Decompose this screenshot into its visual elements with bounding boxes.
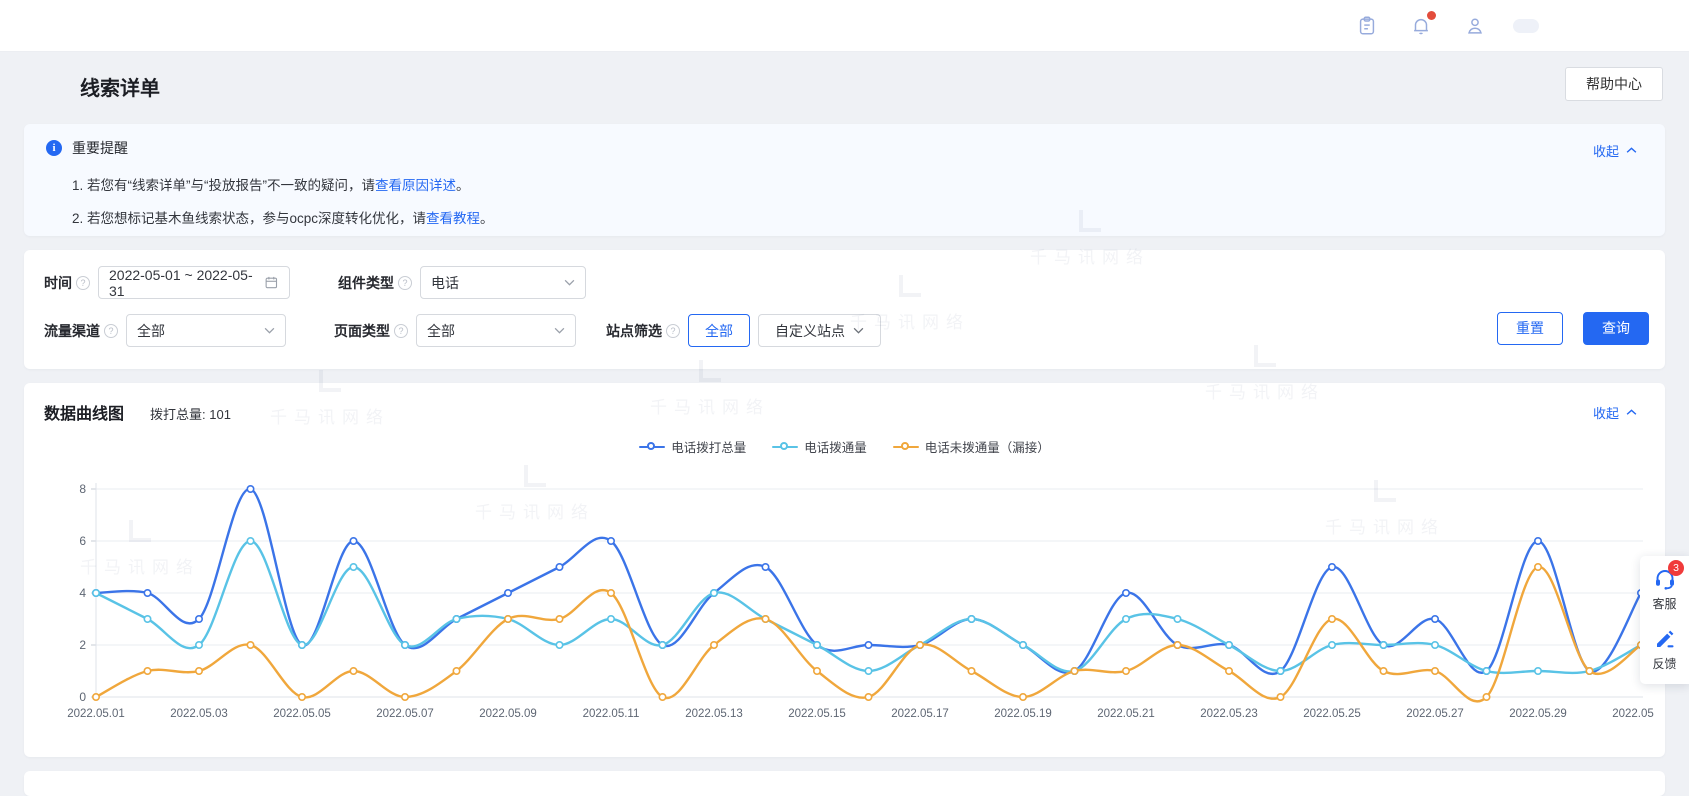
chart-card: 数据曲线图 拨打总量: 101 收起 电话拨打总量 电话拨通量 电话未拨通量（漏接）… xyxy=(24,383,1665,757)
channel-help-icon[interactable]: ? xyxy=(104,324,118,338)
chevron-down-icon xyxy=(264,327,275,334)
legend-label: 电话拨打总量 xyxy=(671,437,746,456)
floating-action-panel: 3 客服 反馈 xyxy=(1640,556,1689,684)
svg-text:2022.05.25: 2022.05.25 xyxy=(1303,708,1361,720)
svg-text:2022.05.23: 2022.05.23 xyxy=(1200,708,1258,720)
view-reason-link[interactable]: 查看原因详述 xyxy=(375,178,456,193)
svg-text:2022.05.19: 2022.05.19 xyxy=(994,708,1052,720)
site-filter-label: 站点筛选 xyxy=(606,321,662,341)
component-type-select[interactable]: 电话 xyxy=(420,266,586,299)
legend-item-2[interactable]: 电话未拨通量（漏接） xyxy=(893,437,1050,456)
svg-text:2022.05.09: 2022.05.09 xyxy=(479,708,537,720)
help-center-button[interactable]: 帮助中心 xyxy=(1565,67,1663,101)
clipboard-icon[interactable] xyxy=(1351,10,1383,42)
svg-text:4: 4 xyxy=(79,586,86,600)
query-button[interactable]: 查询 xyxy=(1583,312,1649,345)
pencil-icon xyxy=(1653,627,1677,651)
pagetype-help-icon[interactable]: ? xyxy=(394,324,408,338)
important-notice-card: i 重要提醒 收起 1. 若您有“线索详单”与“投放报告”不一致的疑问，请查看原… xyxy=(24,124,1665,236)
svg-text:2022.05.31: 2022.05.31 xyxy=(1612,708,1654,720)
page-header: 线索详单 帮助中心 xyxy=(0,52,1689,116)
top-bar xyxy=(0,0,1689,52)
reset-button[interactable]: 重置 xyxy=(1497,312,1563,345)
chart-collapse-button[interactable]: 收起 xyxy=(1593,403,1637,422)
info-icon: i xyxy=(46,140,62,156)
notice-item-2: 2. 若您想标记基木鱼线索状态，参与ocpc深度转化优化，请查看教程。 xyxy=(72,207,494,227)
component-help-icon[interactable]: ? xyxy=(398,276,412,290)
calendar-icon xyxy=(264,275,279,290)
legend-item-1[interactable]: 电话拨通量 xyxy=(772,437,867,456)
svg-text:6: 6 xyxy=(79,534,86,548)
notifications-bell-icon[interactable] xyxy=(1405,10,1437,42)
svg-text:2022.05.07: 2022.05.07 xyxy=(376,708,434,720)
customer-service-button[interactable]: 3 客服 xyxy=(1640,567,1689,612)
svg-text:0: 0 xyxy=(79,690,86,704)
page-type-label: 页面类型 xyxy=(334,321,390,341)
notice-item-1: 1. 若您有“线索详单”与“投放报告”不一致的疑问，请查看原因详述。 xyxy=(72,174,470,194)
legend-label: 电话未拨通量（漏接） xyxy=(925,437,1050,456)
site-help-icon[interactable]: ? xyxy=(666,324,680,338)
svg-text:2022.05.27: 2022.05.27 xyxy=(1406,708,1464,720)
svg-text:2022.05.29: 2022.05.29 xyxy=(1509,708,1567,720)
svg-text:8: 8 xyxy=(79,482,86,496)
traffic-channel-select[interactable]: 全部 xyxy=(126,314,286,347)
svg-text:2: 2 xyxy=(79,638,86,652)
chevron-down-icon xyxy=(554,327,565,334)
total-calls-label: 拨打总量: 101 xyxy=(150,404,231,423)
svg-text:2022.05.01: 2022.05.01 xyxy=(67,708,125,720)
traffic-channel-label: 流量渠道 xyxy=(44,321,100,341)
chart-legend: 电话拨打总量 电话拨通量 电话未拨通量（漏接） xyxy=(24,437,1665,456)
time-filter-label: 时间 xyxy=(44,273,72,293)
svg-text:2022.05.17: 2022.05.17 xyxy=(891,708,949,720)
site-all-button[interactable]: 全部 xyxy=(688,314,750,347)
site-custom-button[interactable]: 自定义站点 xyxy=(758,314,881,347)
service-badge: 3 xyxy=(1668,560,1684,576)
svg-text:2022.05.13: 2022.05.13 xyxy=(685,708,743,720)
legend-label: 电话拨通量 xyxy=(804,437,867,456)
view-tutorial-link[interactable]: 查看教程 xyxy=(426,211,480,226)
page-type-select[interactable]: 全部 xyxy=(416,314,576,347)
next-section-card xyxy=(24,771,1665,796)
filter-card: 时间 ? 2022-05-01 ~ 2022-05-31 组件类型 ? 电话 流… xyxy=(24,250,1665,369)
time-help-icon[interactable]: ? xyxy=(76,276,90,290)
line-chart: 0 2 4 6 8 2022.05.01 2022.05.03 2022.05.05 2022.… xyxy=(34,469,1654,737)
svg-text:2022.05.03: 2022.05.03 xyxy=(170,708,228,720)
page-title: 线索详单 xyxy=(80,72,160,101)
avatar[interactable] xyxy=(1513,19,1539,33)
notice-title: 重要提醒 xyxy=(72,138,128,158)
svg-text:2022.05.11: 2022.05.11 xyxy=(583,708,640,720)
date-range-input[interactable]: 2022-05-01 ~ 2022-05-31 xyxy=(98,266,290,299)
component-type-label: 组件类型 xyxy=(338,273,394,293)
svg-text:2022.05.05: 2022.05.05 xyxy=(273,708,331,720)
chart-title: 数据曲线图 xyxy=(44,400,124,424)
svg-text:2022.05.15: 2022.05.15 xyxy=(788,708,846,720)
feedback-button[interactable]: 反馈 xyxy=(1640,627,1689,672)
notice-collapse-button[interactable]: 收起 xyxy=(1593,141,1637,160)
chevron-down-icon xyxy=(564,279,575,286)
legend-item-0[interactable]: 电话拨打总量 xyxy=(639,437,746,456)
user-icon[interactable] xyxy=(1459,10,1491,42)
legend-marker-icon xyxy=(772,442,798,452)
notification-red-dot xyxy=(1427,11,1436,20)
svg-text:2022.05.21: 2022.05.21 xyxy=(1097,708,1155,720)
chevron-down-icon xyxy=(853,327,864,334)
legend-marker-icon xyxy=(893,442,919,452)
legend-marker-icon xyxy=(639,442,665,452)
